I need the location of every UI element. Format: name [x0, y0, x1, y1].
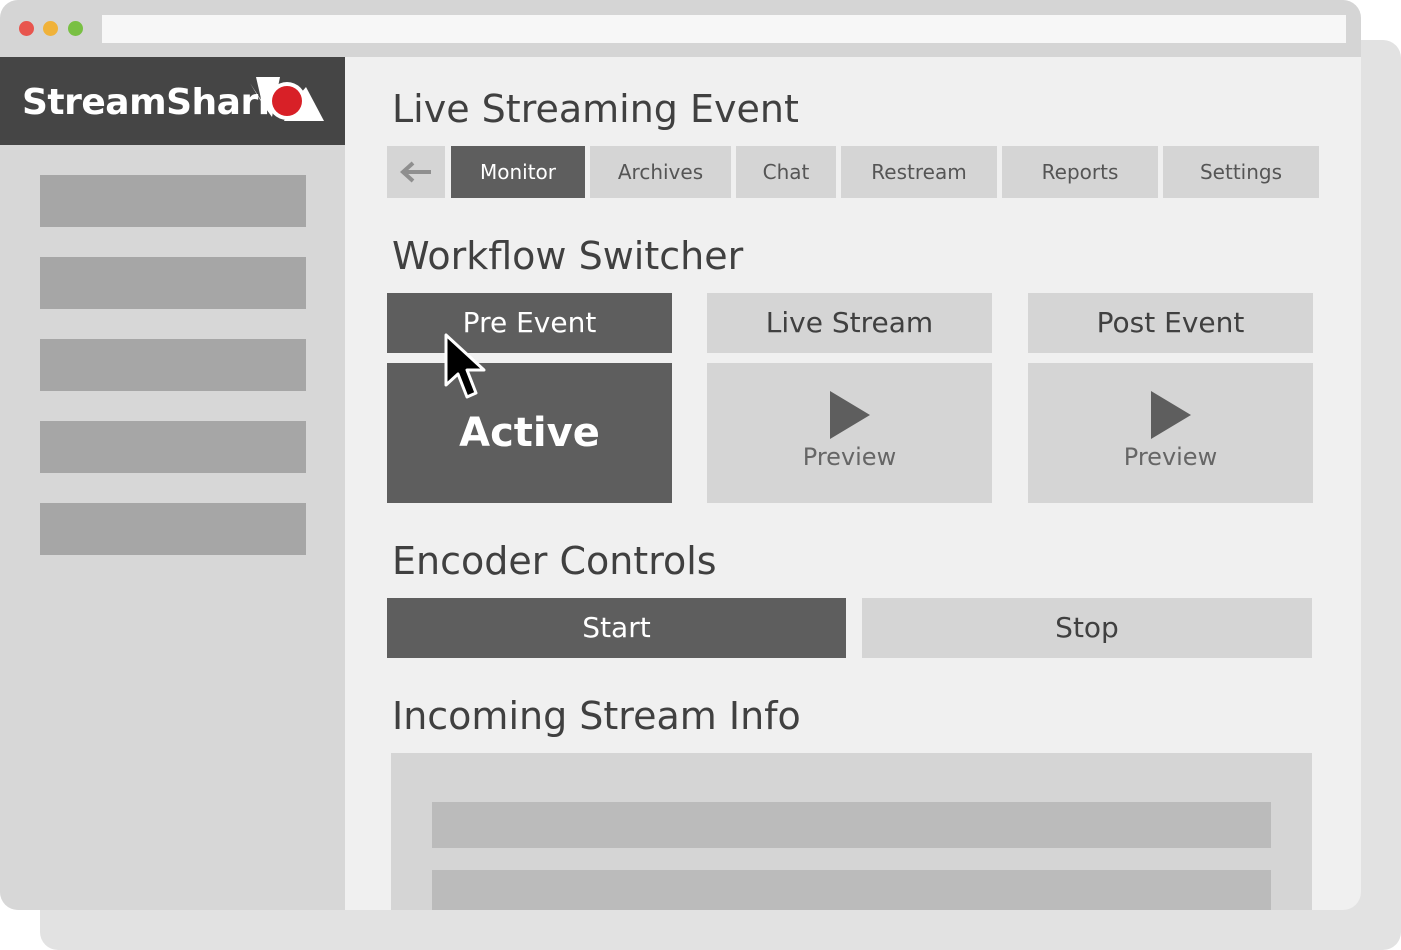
active-status: Active: [459, 410, 600, 456]
stream-info-panel: [391, 753, 1312, 910]
post-event-button[interactable]: Post Event: [1028, 293, 1313, 353]
sidebar: StreamShark: [0, 57, 345, 910]
close-window-button[interactable]: [19, 21, 34, 36]
sidebar-item-1[interactable]: [40, 175, 306, 227]
start-button[interactable]: Start: [387, 598, 846, 658]
stop-button[interactable]: Stop: [862, 598, 1312, 658]
encoder-controls-title: Encoder Controls: [392, 539, 717, 583]
address-bar[interactable]: [102, 15, 1346, 43]
sidebar-item-5[interactable]: [40, 503, 306, 555]
tab-reports[interactable]: Reports: [1002, 146, 1158, 198]
back-button[interactable]: [387, 146, 445, 198]
tab-chat[interactable]: Chat: [736, 146, 836, 198]
incoming-stream-info-title: Incoming Stream Info: [392, 694, 801, 738]
live-stream-button[interactable]: Live Stream: [707, 293, 992, 353]
shark-fin-red-dot-icon: [250, 77, 324, 121]
page-title: Live Streaming Event: [392, 87, 799, 131]
main-content: Live Streaming Event Monitor Archives Ch…: [345, 57, 1361, 910]
sidebar-item-2[interactable]: [40, 257, 306, 309]
minimize-window-button[interactable]: [43, 21, 58, 36]
stream-info-row: [432, 802, 1271, 848]
mouse-pointer-icon: [444, 333, 486, 399]
browser-titlebar: [0, 0, 1361, 57]
preview-label: Preview: [802, 443, 897, 471]
tab-archives[interactable]: Archives: [590, 146, 731, 198]
workflow-switcher-title: Workflow Switcher: [392, 234, 744, 278]
tab-restream[interactable]: Restream: [841, 146, 997, 198]
post-event-preview[interactable]: Preview: [1028, 363, 1313, 503]
brand-header[interactable]: StreamShark: [0, 57, 345, 145]
preview-label: Preview: [1123, 443, 1218, 471]
pre-event-button[interactable]: Pre Event: [387, 293, 672, 353]
sidebar-item-4[interactable]: [40, 421, 306, 473]
stream-info-row: [432, 870, 1271, 910]
pre-event-panel[interactable]: Active: [387, 363, 672, 503]
play-icon: [830, 391, 870, 439]
tab-monitor[interactable]: Monitor: [451, 146, 585, 198]
brand-name: StreamShark: [22, 82, 282, 123]
live-stream-preview[interactable]: Preview: [707, 363, 992, 503]
play-icon: [1151, 391, 1191, 439]
tab-settings[interactable]: Settings: [1163, 146, 1319, 198]
sidebar-item-3[interactable]: [40, 339, 306, 391]
browser-window: StreamShark Live Streaming Event Monitor…: [0, 0, 1361, 910]
arrow-left-icon: [400, 161, 431, 183]
maximize-window-button[interactable]: [68, 21, 83, 36]
